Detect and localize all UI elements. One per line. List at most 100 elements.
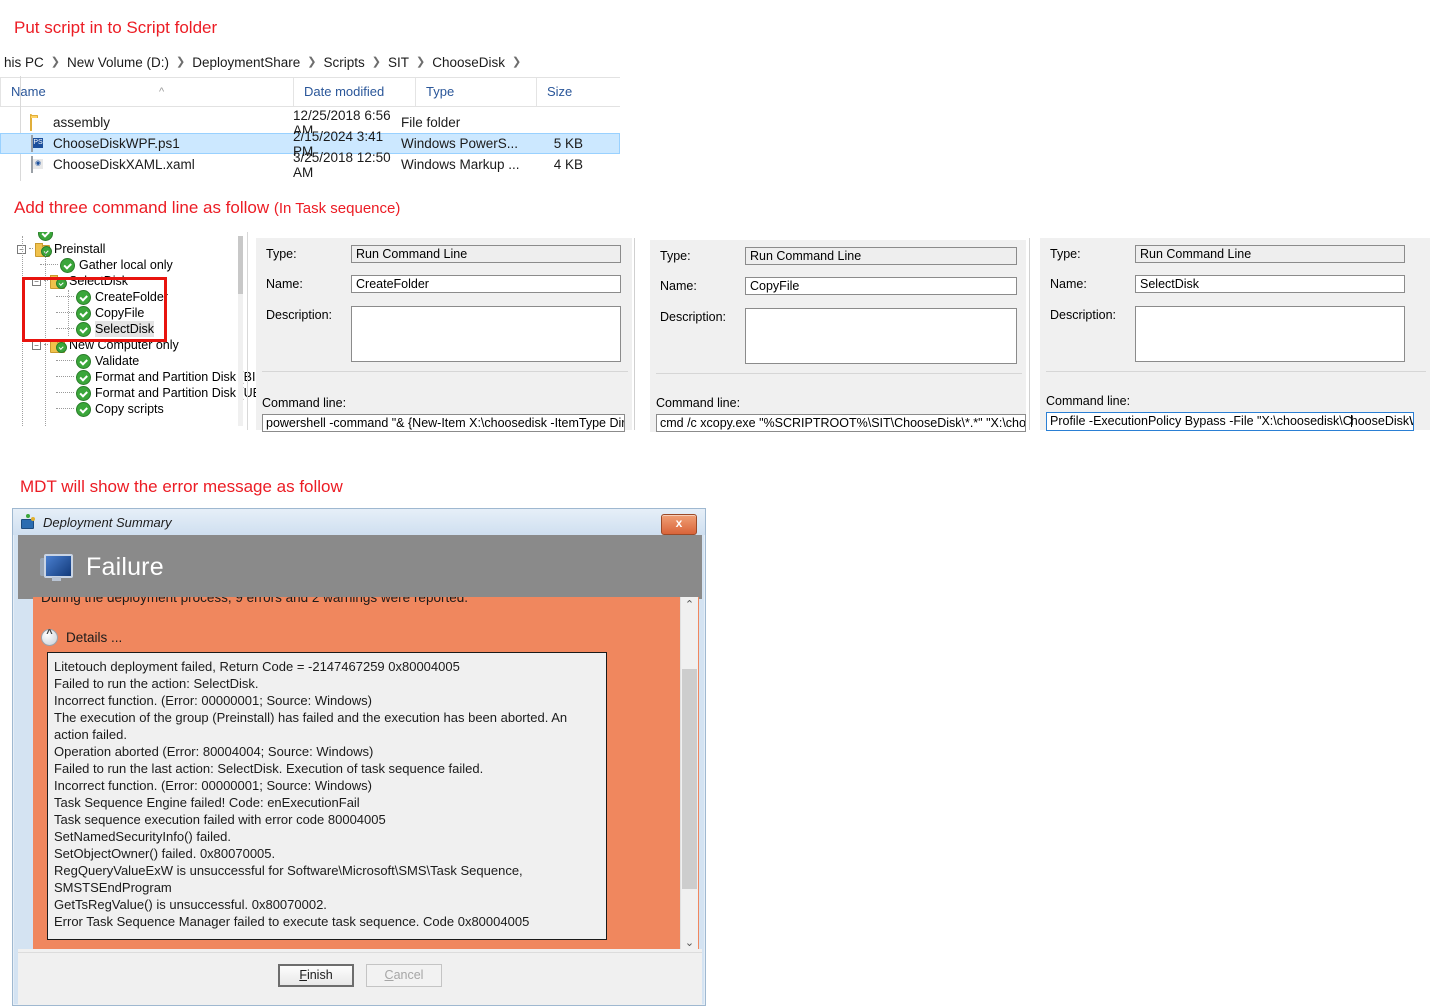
file-size-cell: 4 KB — [553, 157, 583, 172]
task-sequence-tree[interactable]: − Preinstall Gather local only − SelectD… — [14, 232, 278, 430]
file-size-cell: 5 KB — [553, 136, 583, 151]
tree-node-label: Validate — [95, 354, 140, 368]
name-label: Name: — [266, 277, 303, 291]
breadcrumb-item-0[interactable]: his PC — [4, 55, 44, 70]
breadcrumb-item-3[interactable]: Scripts — [324, 55, 365, 70]
tree-node-gather-local-only[interactable]: Gather local only — [14, 257, 244, 273]
command-line-input[interactable]: Profile -ExecutionPolicy Bypass -File "X… — [1046, 412, 1414, 431]
close-icon[interactable]: x — [661, 514, 697, 535]
name-input[interactable]: SelectDisk — [1135, 275, 1405, 293]
error-line: SetNamedSecurityInfo() failed. — [54, 829, 232, 844]
error-line: RegQueryValueExW is unsuccessful for Sof… — [54, 863, 523, 878]
tree-node-validate[interactable]: Validate — [14, 353, 244, 369]
tree-node-copy-scripts[interactable]: Copy scripts — [14, 401, 244, 417]
mdt-app-icon — [21, 514, 37, 530]
group-icon — [50, 338, 67, 353]
enabled-step-icon — [76, 401, 91, 417]
breadcrumb-chevron-icon: ❯ — [512, 56, 522, 68]
breadcrumb-chevron-icon: ❯ — [416, 56, 426, 68]
details-label: Details ... — [66, 630, 123, 645]
tree-node-selectdisk-step[interactable]: SelectDisk — [14, 321, 244, 337]
error-line: Failed to run the last action: SelectDis… — [54, 761, 484, 776]
description-textarea[interactable] — [1135, 306, 1405, 362]
file-name-cell: assembly — [30, 114, 293, 131]
tree-node-format-bios[interactable]: Format and Partition Disk (BIOS) — [14, 369, 278, 385]
scrollbar-thumb[interactable] — [682, 669, 697, 889]
enabled-step-icon — [76, 385, 91, 401]
file-type-cell: Windows PowerS... — [401, 136, 519, 151]
tree-node-new-computer-only[interactable]: − New Computer only — [14, 337, 244, 353]
file-name-cell: ◉ ChooseDiskXAML.xaml — [30, 156, 293, 173]
enabled-step-icon — [76, 289, 91, 305]
finish-button[interactable]: Finish — [278, 963, 354, 987]
file-type-cell: File folder — [401, 115, 461, 130]
dialog-title-text: Deployment Summary — [43, 514, 172, 530]
collapse-expander-icon[interactable]: − — [32, 276, 41, 286]
tree-node-preinstall[interactable]: − Preinstall — [14, 241, 244, 257]
tree-node-copyfile[interactable]: CopyFile — [14, 305, 244, 321]
breadcrumb-item-2[interactable]: DeploymentShare — [192, 55, 300, 70]
file-name-label: assembly — [53, 115, 111, 130]
breadcrumb[interactable]: his PC ❯ New Volume (D:) ❯ DeploymentSha… — [0, 48, 620, 78]
collapse-expander-icon[interactable]: − — [32, 340, 41, 350]
name-input[interactable]: CopyFile — [745, 277, 1017, 295]
scroll-up-icon[interactable]: ⌃ — [681, 597, 698, 614]
name-input[interactable]: CreateFolder — [351, 275, 621, 293]
description-label: Description: — [266, 308, 332, 322]
tree-node-selectdisk-group[interactable]: − SelectDisk — [14, 273, 244, 289]
chevron-up-icon[interactable] — [41, 628, 58, 646]
panel-divider — [634, 238, 635, 430]
tree-node-label: SelectDisk — [95, 321, 155, 337]
breadcrumb-item-5[interactable]: ChooseDisk — [432, 55, 505, 70]
breadcrumb-item-4[interactable]: SIT — [388, 55, 409, 70]
column-header-date-modified[interactable]: Date modified — [293, 78, 415, 106]
tree-panel-divider — [247, 232, 248, 430]
panel-divider — [656, 373, 1022, 374]
tree-scrollbar[interactable] — [238, 236, 243, 426]
folder-icon — [30, 114, 46, 131]
enabled-step-icon — [76, 321, 91, 337]
dialog-title-bar[interactable]: Deployment Summary x — [13, 509, 705, 535]
step-properties-copyfile: Type: Run Command Line Name: CopyFile De… — [650, 240, 1026, 432]
tree-node-createfolder[interactable]: CreateFolder — [14, 289, 244, 305]
dialog-scrollbar[interactable]: ⌃ ⌄ — [680, 597, 698, 952]
breadcrumb-item-1[interactable]: New Volume (D:) — [67, 55, 169, 70]
cancel-button: Cancel — [366, 963, 442, 987]
computer-monitor-icon — [40, 553, 73, 581]
finish-button-rest: inish — [306, 968, 333, 982]
column-header-size[interactable]: Size — [536, 78, 608, 106]
tree-node-label: Gather local only — [79, 258, 173, 272]
error-line: Incorrect function. (Error: 00000001; So… — [54, 693, 372, 708]
details-expander[interactable]: Details ... — [41, 628, 123, 646]
description-textarea[interactable] — [745, 308, 1017, 364]
group-icon — [50, 274, 67, 289]
error-line: Operation aborted (Error: 80004004; Sour… — [54, 744, 374, 759]
column-headers: Name ^ Date modified Type Size — [0, 78, 620, 107]
error-line: Task sequence execution failed with erro… — [54, 812, 386, 827]
screenshot-root: Put script in to Script folder his PC ❯ … — [0, 0, 1430, 1007]
panel-divider — [262, 371, 628, 372]
column-header-name[interactable]: Name ^ — [0, 78, 293, 106]
file-name-cell: PS ChooseDiskWPF.ps1 — [30, 135, 293, 152]
error-details-box[interactable]: Litetouch deployment failed, Return Code… — [47, 652, 607, 940]
command-line-input[interactable]: powershell -command "& {New-Item X:\choo… — [262, 414, 625, 432]
command-line-label: Command line: — [1046, 394, 1131, 408]
tree-guide-line — [68, 290, 69, 336]
description-label: Description: — [1050, 308, 1116, 322]
sort-ascending-icon: ^ — [159, 86, 165, 98]
tree-node-label: CopyFile — [95, 306, 145, 320]
command-line-input[interactable]: cmd /c xcopy.exe "%SCRIPTROOT%\SIT\Choos… — [656, 414, 1026, 432]
tree-node-format-uefi[interactable]: Format and Partition Disk (UEFI) — [14, 385, 276, 401]
tree-node-label: Preinstall — [54, 242, 106, 256]
breadcrumb-chevron-icon: ❯ — [176, 56, 186, 68]
type-value-field: Run Command Line — [745, 247, 1017, 265]
step-properties-selectdisk: Type: Run Command Line Name: SelectDisk … — [1040, 238, 1430, 431]
error-line: Task Sequence Engine failed! Code: enExe… — [54, 795, 360, 810]
deployment-summary-dialog: Deployment Summary x Failure During the … — [12, 508, 706, 1006]
table-row[interactable]: ◉ ChooseDiskXAML.xaml 3/25/2018 12:50 AM… — [0, 150, 620, 180]
description-textarea[interactable] — [351, 306, 621, 362]
column-header-type[interactable]: Type — [415, 78, 536, 106]
enabled-step-icon — [76, 305, 91, 321]
type-value-field: Run Command Line — [1135, 245, 1405, 263]
type-value-field: Run Command Line — [351, 245, 621, 263]
